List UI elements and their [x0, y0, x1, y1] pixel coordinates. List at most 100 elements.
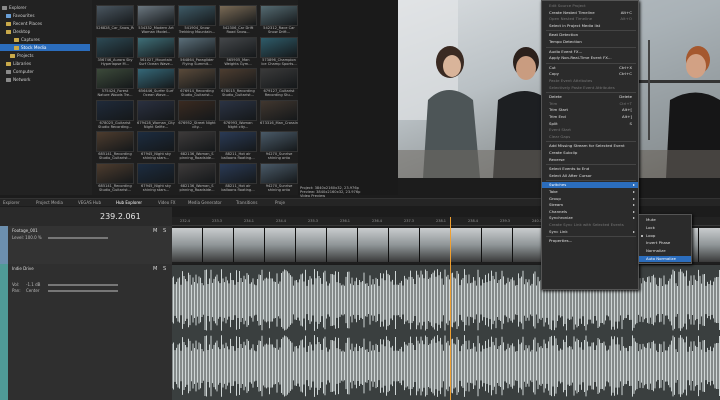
- media-thumbnail[interactable]: 541904_Snow Trekking Mountain...: [178, 5, 216, 34]
- tab[interactable]: Explorer: [3, 200, 20, 205]
- menu-item[interactable]: Create Nested Timeline Alt+C: [542, 10, 638, 16]
- volume-slider[interactable]: [48, 284, 118, 286]
- media-thumbnail[interactable]: 679127_Guitarist Recording Stu...: [260, 68, 298, 97]
- menu-item[interactable]: Switches ▸: [542, 182, 638, 189]
- menu-item[interactable]: Trim Ctrl+T: [542, 101, 638, 107]
- menu-item[interactable]: Trim End Alt+]: [542, 114, 638, 120]
- menu-item[interactable]: Trim Start Alt+[: [542, 107, 638, 113]
- media-thumbnail[interactable]: 678015_Recording Studio_Guitarist...: [219, 68, 257, 97]
- video-track-header[interactable]: Footage_001 Level: 100.0 % M S: [0, 226, 172, 264]
- solo-button[interactable]: S: [163, 266, 166, 272]
- menu-item[interactable]: Beat Detection: [542, 32, 638, 38]
- menu-item[interactable]: Create Subclip: [542, 150, 638, 156]
- media-thumbnail[interactable]: 561027_Mountain Surf Ocean Wave...: [137, 36, 175, 66]
- media-thumbnail[interactable]: 678025_Guitarist Studio Recording...: [96, 99, 134, 129]
- menu-item[interactable]: Select All After Cursor: [542, 173, 638, 179]
- media-thumbnail[interactable]: 542312_Race Car Snow Drift...: [260, 5, 298, 34]
- tab[interactable]: Hub Explorer: [116, 200, 142, 205]
- menu-item[interactable]: Paste Event Attributes: [542, 78, 638, 84]
- menu-item[interactable]: Delete Delete: [542, 94, 638, 100]
- submenu-item[interactable]: Mute: [639, 217, 691, 223]
- media-thumbnail[interactable]: 573896_Champion Ice Champ Sports...: [260, 36, 298, 66]
- tree-item[interactable]: Computer: [0, 68, 90, 75]
- media-thumbnail[interactable]: 534332_Modern Art Woman Model...: [137, 5, 175, 34]
- submenu-item[interactable]: Loop: [639, 233, 691, 239]
- media-thumbnail[interactable]: 676914_Recording Studio_Guitarist...: [178, 68, 216, 97]
- media-thumbnail[interactable]: 565905_Man Weights Gym...: [219, 36, 257, 66]
- menu-item[interactable]: Add Missing Stream for Selected Event: [542, 143, 638, 149]
- menu-item[interactable]: Take ▸: [542, 189, 638, 195]
- media-thumbnail[interactable]: 67945_Night sky shining stars...: [137, 162, 175, 192]
- menu-item[interactable]: Cut Ctrl+X: [542, 65, 638, 71]
- menu-item[interactable]: Properties...: [542, 238, 638, 244]
- media-thumbnail[interactable]: 542306_Car Drift Road Snow...: [219, 5, 257, 34]
- submenu-item[interactable]: Lock: [639, 225, 691, 231]
- media-thumbnail[interactable]: 685141_Recording Studio_Guitarist...: [96, 162, 134, 192]
- audio-track-header[interactable]: Indie Drive M S Vol: -1.1 dB Pan: Center: [0, 264, 172, 400]
- tree-item[interactable]: Network: [0, 76, 90, 83]
- menu-item[interactable]: Clear Gaps: [542, 134, 638, 140]
- thumbnail-caption: 526828_Car_Snow_Road_Infield_B...: [96, 26, 134, 30]
- media-thumbnail[interactable]: 67945_Night sky shining stars...: [137, 131, 175, 160]
- playhead-cursor[interactable]: [450, 217, 451, 400]
- media-thumbnail[interactable]: 679428_Woman_City Night Selfie...: [137, 99, 175, 129]
- tab[interactable]: Video FX: [158, 200, 176, 205]
- media-thumbnail[interactable]: 88211_Hot air balloons floating...: [219, 162, 257, 192]
- media-thumbnail[interactable]: 682136_Woman_S pinning_Roadside...: [178, 131, 216, 160]
- menu-item[interactable]: Sync Link ▸: [542, 229, 638, 235]
- menu-item[interactable]: Reverse: [542, 157, 638, 163]
- menu-item[interactable]: Audio Event FX...: [542, 49, 638, 55]
- tab[interactable]: Media Generator: [188, 200, 222, 205]
- media-thumbnail[interactable]: 673316_Man_Crossing_Stree...: [260, 99, 298, 129]
- menu-item[interactable]: Create Sync Link with Selected Events: [542, 222, 638, 228]
- menu-item[interactable]: Channels ▸: [542, 209, 638, 215]
- menu-item[interactable]: Selectively Paste Event Attributes: [542, 85, 638, 91]
- mute-button[interactable]: M: [153, 228, 157, 234]
- menu-item[interactable]: Split S: [542, 121, 638, 127]
- solo-button[interactable]: S: [163, 228, 166, 234]
- media-thumbnail[interactable]: 575424_Forest Nature Woods Tre...: [96, 68, 134, 97]
- tab[interactable]: Proje: [275, 200, 285, 205]
- menu-item[interactable]: Open Nested Timeline Alt+O: [542, 16, 638, 22]
- tab[interactable]: VEGAS Hub: [78, 200, 101, 205]
- media-thumbnail[interactable]: 526828_Car_Snow_Road_Infield_B...: [96, 5, 134, 34]
- menu-item[interactable]: Select Events to End: [542, 166, 638, 172]
- media-thumbnail[interactable]: 94270_Sunrise shining onto meado...: [260, 162, 298, 192]
- tab[interactable]: Transitions: [236, 200, 257, 205]
- submenu-item[interactable]: Auto Normalize: [639, 256, 691, 262]
- menu-item[interactable]: Copy Ctrl+C: [542, 71, 638, 77]
- media-thumbnail[interactable]: 88211_Hot air balloons floating...: [219, 131, 257, 160]
- menu-item[interactable]: Event Start: [542, 127, 638, 133]
- tree-item[interactable]: Explorer: [0, 4, 90, 11]
- level-slider[interactable]: [48, 237, 108, 239]
- menu-item[interactable]: Tempo Detection: [542, 39, 638, 45]
- submenu-item[interactable]: Normalize: [639, 248, 691, 254]
- menu-item[interactable]: Synchronize ▸: [542, 215, 638, 221]
- media-thumbnail[interactable]: 676993_Woman Night city...: [219, 99, 257, 129]
- menu-item[interactable]: Apply Non-Real-Time Event FX...: [542, 55, 638, 61]
- media-thumbnail[interactable]: 676952_Street Night city...: [178, 99, 216, 129]
- menu-item[interactable]: Group ▸: [542, 196, 638, 202]
- tree-item[interactable]: Desktop: [0, 28, 90, 35]
- media-thumbnail[interactable]: 685141_Recording Studio_Guitarist...: [96, 131, 134, 160]
- media-thumbnail[interactable]: 656446_Surfer Surf Ocean Wave...: [137, 68, 175, 97]
- pan-slider[interactable]: [48, 290, 118, 292]
- menu-item[interactable]: Edit Source Project: [542, 3, 638, 9]
- tree-item[interactable]: Libraries: [0, 60, 90, 67]
- media-thumbnail[interactable]: 94270_Sunrise shining onto meado...: [260, 131, 298, 160]
- tree-item[interactable]: Favourites: [0, 12, 90, 19]
- media-thumbnail[interactable]: 356746_Aurora Sky Hyperlapse M...: [96, 36, 134, 66]
- thumbnail-image: [178, 5, 216, 26]
- tree-item[interactable]: Stock Media: [0, 44, 90, 51]
- menu-item[interactable]: Stream ▸: [542, 202, 638, 208]
- tree-item[interactable]: Captures: [0, 36, 90, 43]
- tree-item[interactable]: Recent Places: [0, 20, 90, 27]
- mute-button[interactable]: M: [153, 266, 157, 272]
- submenu-arrow-icon: ▸: [633, 215, 635, 221]
- submenu-item[interactable]: Invert Phase: [639, 240, 691, 246]
- media-thumbnail[interactable]: 564864_Paraglider Flying Summit...: [178, 36, 216, 66]
- tab[interactable]: Project Media: [36, 200, 63, 205]
- menu-item[interactable]: Select in Project Media list: [542, 23, 638, 29]
- tree-item[interactable]: Projects: [0, 52, 90, 59]
- media-thumbnail[interactable]: 682136_Woman_S pinning_Roadside...: [178, 162, 216, 192]
